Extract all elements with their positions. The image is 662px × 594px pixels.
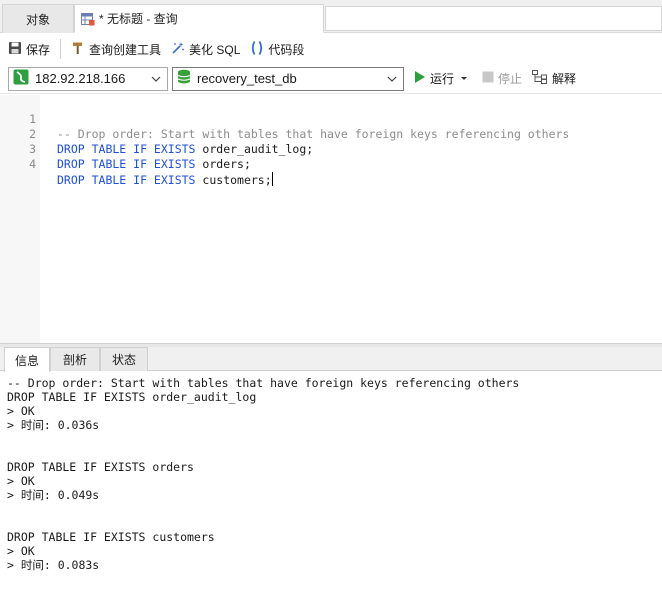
- sql-comment: -- Drop order: Start with tables that ha…: [57, 127, 570, 141]
- connection-bar: 182.92.218.166 recovery_test_db 运行 停止 解释: [0, 64, 662, 94]
- output-line: > 时间: 0.036s: [7, 418, 100, 432]
- sql-editor[interactable]: 1 -- Drop order: Start with tables that …: [0, 95, 662, 343]
- query-builder-label: 查询创建工具: [89, 42, 162, 57]
- output-line: DROP TABLE IF EXISTS customers: [7, 530, 215, 544]
- sql-keyword: DROP TABLE IF EXISTS: [57, 157, 196, 171]
- hammer-icon: [71, 41, 89, 58]
- tab-info-label: 信息: [14, 353, 39, 368]
- text-caret: [271, 172, 273, 186]
- play-icon: [414, 70, 426, 87]
- query-table-icon: [81, 12, 95, 26]
- output-line: DROP TABLE IF EXISTS orders: [7, 460, 194, 474]
- database-icon: [177, 69, 191, 88]
- output-line: > OK: [7, 474, 35, 488]
- tab-objects-label: 对象: [25, 12, 50, 27]
- tab-profile[interactable]: 剖析: [50, 347, 100, 371]
- run-button[interactable]: 运行: [414, 70, 468, 87]
- save-button[interactable]: 保存: [8, 41, 50, 58]
- output-line: > OK: [7, 404, 35, 418]
- tab-info[interactable]: 信息: [4, 347, 50, 372]
- save-icon: [8, 41, 26, 58]
- run-dropdown-icon[interactable]: [460, 72, 468, 86]
- sql-identifier: order_audit_log;: [202, 142, 314, 156]
- output-line: > OK: [7, 544, 35, 558]
- query-toolbar: 保存 查询创建工具 美化 SQL 代码段: [0, 34, 662, 64]
- beautify-sql-label: 美化 SQL: [189, 42, 241, 57]
- output-line: DROP TABLE IF EXISTS order_audit_log: [7, 390, 257, 404]
- save-label: 保存: [26, 42, 51, 57]
- query-builder-button[interactable]: 查询创建工具: [71, 41, 161, 58]
- chevron-down-icon: [151, 72, 161, 89]
- tab-untitled-query[interactable]: * 无标题 - 查询: [74, 4, 324, 33]
- stop-button[interactable]: 停止: [482, 70, 522, 87]
- explain-icon: [532, 70, 548, 87]
- beautify-sql-button[interactable]: 美化 SQL: [171, 41, 240, 58]
- sql-identifier: orders;: [202, 157, 251, 171]
- tab-objects[interactable]: 对象: [2, 4, 74, 33]
- code-snippet-label: 代码段: [268, 42, 305, 57]
- sql-identifier: customers;: [202, 173, 272, 187]
- code-snippet-button[interactable]: 代码段: [250, 40, 304, 59]
- stop-label: 停止: [498, 72, 523, 86]
- tab-status-label: 状态: [111, 353, 136, 367]
- explain-button[interactable]: 解释: [532, 70, 576, 87]
- explain-label: 解释: [552, 72, 577, 86]
- chevron-down-icon: [387, 72, 397, 89]
- connection-host: 182.92.218.166: [35, 71, 126, 86]
- line-number: 4: [29, 157, 36, 171]
- code-line: 1 -- Drop order: Start with tables that …: [0, 97, 569, 141]
- sql-keyword: DROP TABLE IF EXISTS: [57, 142, 196, 156]
- output-line: > 时间: 0.083s: [7, 558, 100, 572]
- document-tab-strip: 对象 * 无标题 - 查询: [0, 0, 662, 33]
- database-select[interactable]: recovery_test_db: [172, 66, 404, 91]
- magic-wand-icon: [171, 41, 189, 58]
- database-name: recovery_test_db: [197, 71, 297, 86]
- connection-icon: [13, 69, 29, 88]
- code-line: 2 DROP TABLE IF EXISTS order_audit_log;: [0, 112, 313, 156]
- message-output: -- Drop order: Start with tables that ha…: [0, 372, 662, 594]
- tab-strip-empty-area: [325, 6, 662, 31]
- toolbar-divider: [60, 39, 62, 59]
- output-line: > 时间: 0.049s: [7, 488, 100, 502]
- sql-keyword: DROP TABLE IF EXISTS: [57, 173, 196, 187]
- parentheses-icon: [250, 40, 268, 59]
- tab-profile-label: 剖析: [62, 353, 87, 367]
- code-line: 3 DROP TABLE IF EXISTS orders;: [0, 127, 251, 171]
- tab-status[interactable]: 状态: [100, 347, 148, 371]
- result-tab-strip: 信息 剖析 状态: [0, 347, 662, 372]
- tab-query-label: * 无标题 - 查询: [99, 12, 178, 26]
- run-label: 运行: [430, 72, 455, 86]
- code-line: 4 DROP TABLE IF EXISTS customers;: [0, 142, 273, 187]
- stop-icon: [482, 71, 494, 86]
- output-line: -- Drop order: Start with tables that ha…: [7, 376, 520, 390]
- connection-select[interactable]: 182.92.218.166: [8, 66, 168, 91]
